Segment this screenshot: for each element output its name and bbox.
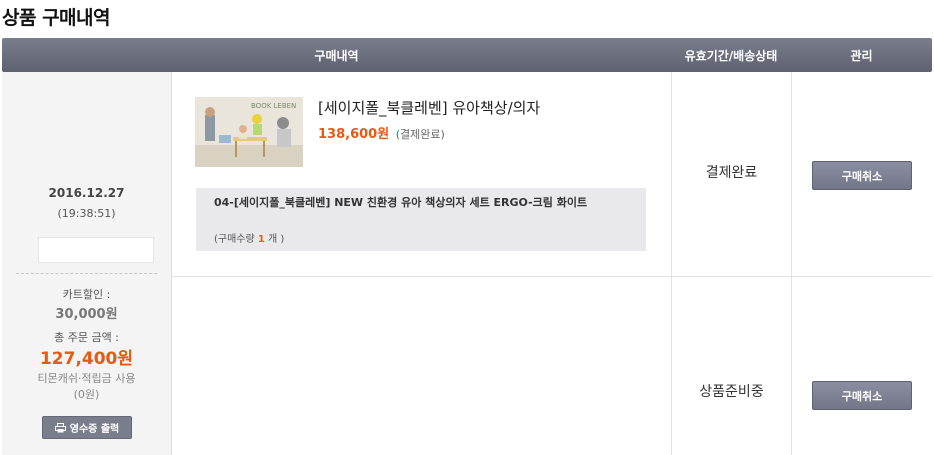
product-title[interactable]: [세이지폴_북클레벤] 유아책상/의자 — [318, 97, 540, 118]
page-title: 상품 구매내역 — [2, 7, 111, 29]
price-value: 138,600원 — [318, 127, 390, 142]
cancel-purchase-button[interactable]: 구매취소 — [812, 381, 912, 410]
print-receipt-label: 영수증 출력 — [69, 424, 120, 435]
header-manage: 관리 — [850, 49, 873, 63]
order-summary-column: 2016.12.27 (19:38:51) 카트할인 : 30,000원 총 주… — [2, 72, 172, 455]
cart-discount-label: 카트할인 : — [62, 288, 111, 301]
total-amount-value: 127,400원 — [39, 349, 134, 369]
divider — [16, 273, 157, 274]
product-photo: BOOK LEBEN — [195, 97, 303, 167]
point-usage-label: 티몬캐쉬·적립금 사용 — [37, 372, 136, 385]
blank-field — [38, 237, 154, 263]
order-time: (19:38:51) — [57, 207, 116, 220]
printer-icon — [54, 422, 66, 432]
qty-prefix: (구매수량 — [214, 234, 258, 245]
cancel-purchase-button[interactable]: 구매취소 — [812, 161, 912, 190]
table-header: 구매내역 유효기간/배송상태 관리 — [2, 38, 932, 72]
cart-discount-value: 30,000원 — [55, 307, 118, 322]
option-name: 04-[세이지폴_북클레벤] NEW 친환경 유아 책상의자 세트 ERGO-크… — [214, 196, 588, 209]
total-amount-label: 총 주문 금액 : — [54, 331, 119, 344]
qty-value: 1 — [257, 234, 265, 245]
point-usage-value: (0원) — [73, 388, 100, 401]
row-divider — [172, 276, 932, 277]
payment-status: (결제완료) — [395, 128, 445, 141]
header-purchase: 구매내역 — [314, 49, 359, 63]
image-logo-text: BOOK LEBEN — [251, 102, 296, 110]
print-receipt-button[interactable]: 영수증 출력 — [42, 416, 132, 439]
qty-suffix: 개 ) — [264, 234, 285, 245]
column-divider — [791, 72, 792, 455]
header-status: 유효기간/배송상태 — [684, 49, 778, 63]
delivery-status: 결제완료 — [705, 165, 758, 181]
delivery-status: 상품준비중 — [699, 384, 764, 400]
product-price: 138,600원 (결제완료) — [318, 123, 445, 142]
option-box: 04-[세이지폴_북클레벤] NEW 친환경 유아 책상의자 세트 ERGO-크… — [196, 188, 646, 251]
option-quantity: (구매수량 1 개 ) — [214, 230, 284, 245]
product-image[interactable]: BOOK LEBEN — [195, 97, 303, 167]
order-date: 2016.12.27 — [48, 186, 125, 200]
